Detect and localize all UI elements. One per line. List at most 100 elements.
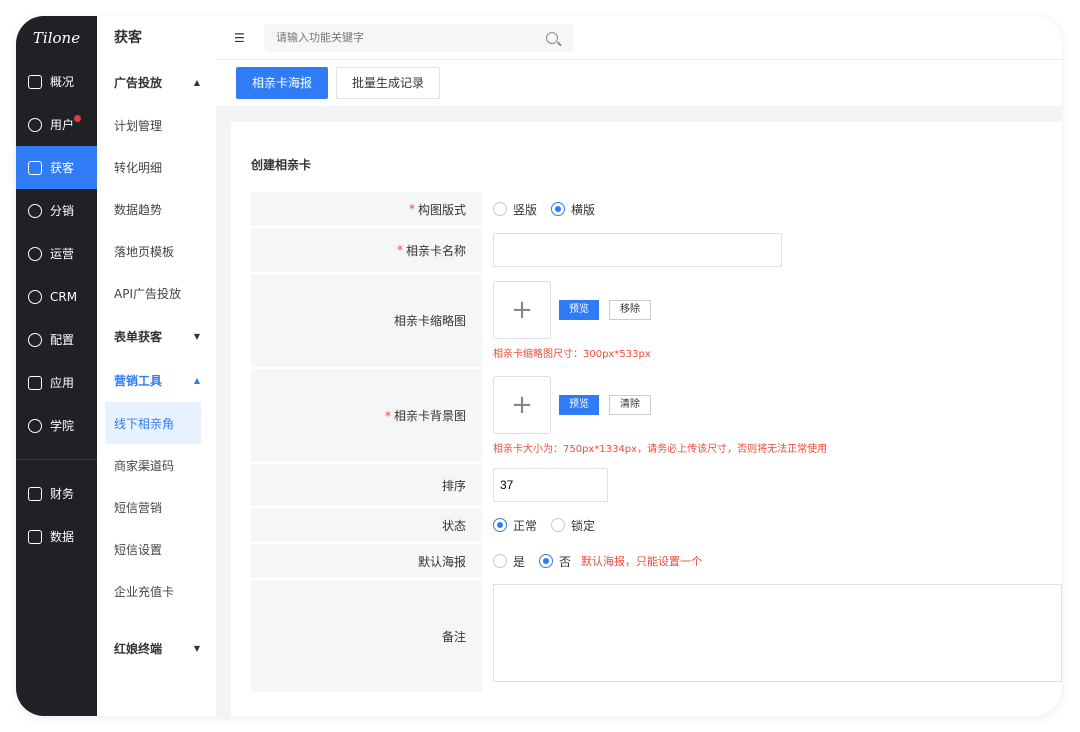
apps-icon [28,375,42,390]
nav-item-apps[interactable]: 应用 [16,361,97,404]
users-icon [28,117,42,132]
option-vertical: 竖版 [513,202,538,217]
radio-horizontal[interactable] [551,202,566,216]
tab-bar: 相亲卡海报 批量生成记录 [216,60,1062,106]
nav-item-finance[interactable]: 财务 [16,472,97,515]
nav-item-acquire[interactable]: 获客 [16,146,97,189]
radio-yes[interactable] [493,554,507,568]
thumb-upload[interactable]: + [493,281,551,339]
option-normal: 正常 [513,518,538,533]
nav-item-operate[interactable]: 运营 [16,232,97,275]
settings-icon [28,332,42,347]
option-no: 否 [559,554,572,569]
group-label: 广告投放 [114,75,163,90]
group-matchmaker[interactable]: 红娘终端 ▼ [97,626,216,670]
option-horizontal: 横版 [571,202,596,217]
default-label: 默认海报 [251,544,482,578]
row-name: * 相亲卡名称 [251,228,782,272]
sub-item-sms-marketing[interactable]: 短信营销 [97,486,216,528]
bg-label-text: 相亲卡背景图 [393,409,466,423]
sort-input[interactable] [493,468,608,502]
group-label: 红娘终端 [114,641,163,656]
nav-label: 用户 [50,118,75,132]
option-locked: 锁定 [571,518,596,533]
main-area: ☰ 相亲卡海报 批量生成记录 创建相亲卡 *构图版式 竖版 横版 *相亲卡名 [216,16,1062,716]
tab-batch-records[interactable]: 批量生成记录 [336,67,441,99]
required-star: * [384,408,391,423]
sub-item-conversion[interactable]: 转化明细 [97,146,216,188]
search-input[interactable] [276,31,546,44]
bg-controls: + 预览 清除 [493,376,651,434]
crm-icon [28,289,42,304]
radio-locked[interactable] [551,518,566,532]
default-options: 是 否 默认海报，只能设置一个 [482,544,702,578]
group-marketing[interactable]: 营销工具 ▲ [97,358,216,402]
sub-item-channel-code[interactable]: 商家渠道码 [97,444,216,486]
finance-icon [28,486,42,501]
nav-divider [16,459,97,460]
secondary-sidebar: 获客 广告投放 ▲ 计划管理 转化明细 数据趋势 落地页模板 API广告投放 表单… [97,16,216,716]
name-label: * 相亲卡名称 [251,228,482,272]
nav-label: 获客 [50,161,75,175]
menu-fold-icon[interactable]: ☰ [234,31,250,45]
row-thumbnail: 相亲卡缩略图 + 预览 移除 相亲卡缩略图尺寸：300px*533px [251,274,651,367]
nav-item-settings[interactable]: 配置 [16,318,97,361]
nav-item-data[interactable]: 数据 [16,515,97,558]
bg-preview-button[interactable]: 预览 [559,395,599,415]
sub-item-landing[interactable]: 落地页模板 [97,230,216,272]
name-label-text: 相亲卡名称 [405,243,466,258]
bg-upload[interactable]: + [493,376,551,434]
radio-normal[interactable] [493,518,507,532]
sub-item-api-ad[interactable]: API广告投放 [97,272,216,314]
app-logo: Tilone [32,29,81,47]
thumb-preview-button[interactable]: 预览 [559,300,599,320]
sub-item-recharge-card[interactable]: 企业充值卡 [97,570,216,612]
group-label: 表单获客 [114,329,163,344]
group-ad-delivery[interactable]: 广告投放 ▲ [97,60,216,104]
row-default: 默认海报 是 否 默认海报，只能设置一个 [251,544,702,578]
group-form[interactable]: 表单获客 ▼ [97,314,216,358]
row-background: * 相亲卡背景图 + 预览 清除 相亲卡大小为：750px*1334px，请务必上… [251,369,827,462]
sub-nav-title: 获客 [114,30,142,46]
sub-item-plan[interactable]: 计划管理 [97,104,216,146]
sub-item-offline-matchmaking[interactable]: 线下相亲角 [105,402,201,444]
tab-poster[interactable]: 相亲卡海报 [236,67,329,99]
radio-vertical[interactable] [493,202,507,216]
nav-item-users[interactable]: 用户 [16,103,97,146]
nav-item-overview[interactable]: 概况 [16,60,97,103]
name-content [482,228,782,272]
caret-up-icon: ▲ [193,77,200,87]
status-options: 正常 锁定 [482,508,609,542]
nav-label: 运营 [50,247,75,261]
required-star: * [396,243,403,257]
layout-options: 竖版 横版 [482,192,609,226]
sort-label: 排序 [251,464,482,506]
nav-item-distribute[interactable]: 分销 [16,189,97,232]
radio-no[interactable] [539,554,554,568]
nav-item-crm[interactable]: CRM [16,275,97,318]
name-input[interactable] [493,233,782,267]
sub-item-sms-settings[interactable]: 短信设置 [97,528,216,570]
search-icon[interactable] [546,31,558,44]
bg-hint: 相亲卡大小为：750px*1334px，请务必上传该尺寸，否则将无法正常使用 [493,444,828,455]
search-box [264,23,574,52]
group-label: 营销工具 [114,373,163,388]
remark-textarea[interactable] [493,584,1062,682]
thumb-label: 相亲卡缩略图 [251,274,482,367]
required-star: * [408,202,415,216]
bg-clear-button[interactable]: 清除 [609,395,651,415]
thumb-remove-button[interactable]: 移除 [609,300,651,320]
sub-item-trend[interactable]: 数据趋势 [97,188,216,230]
status-label: 状态 [251,508,482,542]
form-panel: 创建相亲卡 * 构图版式 竖版 横版 * 相亲卡名称 相亲卡缩略图 + 预览 移… [231,122,1062,716]
form-title: 创建相亲卡 [251,158,312,172]
remark-content [482,580,1062,692]
row-remark: 备注 [251,580,1062,692]
operate-icon [28,246,42,261]
nav-item-academy[interactable]: 学院 [16,404,97,447]
row-layout: * 构图版式 竖版 横版 [251,192,609,226]
acquire-icon [28,160,42,175]
thumb-controls: + 预览 移除 [493,281,651,339]
nav-label: 财务 [50,487,75,501]
option-yes: 是 [513,554,526,569]
